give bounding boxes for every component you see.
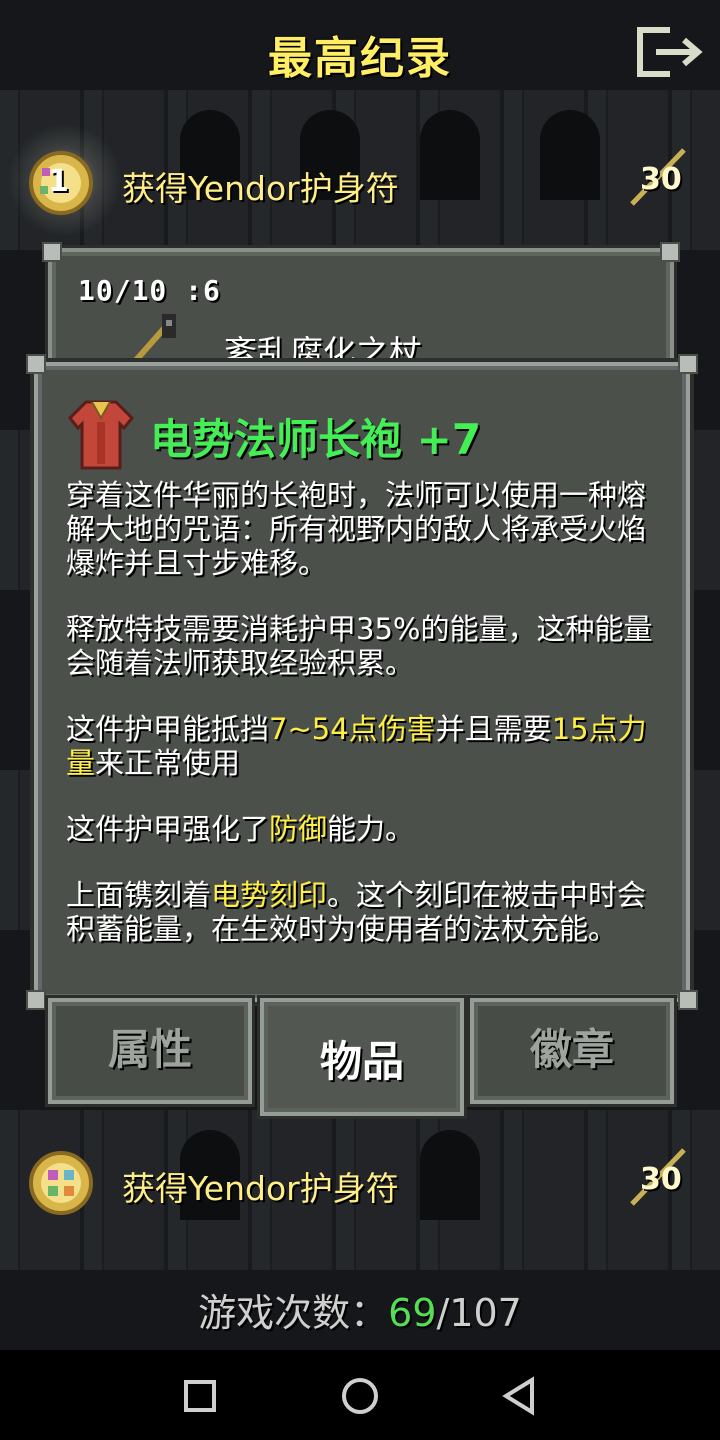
tab-label: 属性 — [107, 1025, 192, 1074]
wand-stats: 10/10 :6 — [78, 274, 221, 307]
back-icon[interactable] — [498, 1374, 542, 1418]
desc-paragraph: 上面镌刻着电势刻印。这个刻印在被击中时会积蓄能量，在生效时为使用者的法杖充能。 — [66, 878, 647, 946]
tab-items[interactable]: 物品 — [260, 998, 464, 1116]
record-row[interactable]: 1 获得Yendor护身符 30 — [0, 148, 720, 230]
exit-button[interactable] — [630, 22, 710, 82]
item-info-window: 电势法师长袍 +7 穿着这件华丽的长袍时，法师可以使用一种熔解大地的咒语：所有视… — [26, 354, 698, 1010]
desc-paragraph: 这件护甲能抵挡7~54点伤害并且需要15点力量来正常使用 — [66, 712, 647, 780]
tab-label: 物品 — [319, 1037, 404, 1086]
tab-attributes[interactable]: 属性 — [48, 998, 252, 1104]
record-score: 30 — [640, 162, 682, 197]
desc-paragraph: 这件护甲强化了防御能力。 — [66, 812, 415, 846]
robe-icon — [67, 400, 135, 470]
desc-paragraph: 穿着这件华丽的长袍时，法师可以使用一种熔解大地的咒语：所有视野内的敌人将承受火焰… — [66, 478, 647, 580]
record-description: 获得Yendor护身符 — [122, 1169, 399, 1208]
desc-paragraph: 释放特技需要消耗护甲35%的能量，这种能量会随着法师获取经验积累。 — [66, 612, 653, 680]
games-label: 游戏次数： — [198, 1291, 389, 1335]
tab-badges[interactable]: 徽章 — [470, 998, 674, 1104]
rank-number: 1 — [48, 164, 69, 199]
recent-apps-icon[interactable] — [178, 1374, 222, 1418]
item-description: 穿着这件华丽的长袍时，法师可以使用一种熔解大地的咒语：所有视野内的敌人将承受火焰… — [66, 478, 666, 978]
system-nav-bar — [0, 1350, 720, 1440]
games-won: 69 — [388, 1291, 437, 1335]
games-played: 游戏次数：69/107 — [0, 1282, 720, 1337]
home-icon[interactable] — [338, 1374, 382, 1418]
record-description: 获得Yendor护身符 — [122, 169, 399, 208]
item-title: 电势法师长袍 +7 — [150, 415, 482, 464]
games-total: /107 — [436, 1291, 522, 1335]
page-title: 最高纪录 — [268, 33, 452, 84]
record-score: 30 — [640, 1162, 682, 1197]
record-row[interactable]: 获得Yendor护身符 30 — [0, 1148, 720, 1230]
exit-icon — [637, 27, 703, 77]
tab-label: 徽章 — [529, 1025, 614, 1074]
amulet-badge-icon — [29, 1151, 93, 1215]
